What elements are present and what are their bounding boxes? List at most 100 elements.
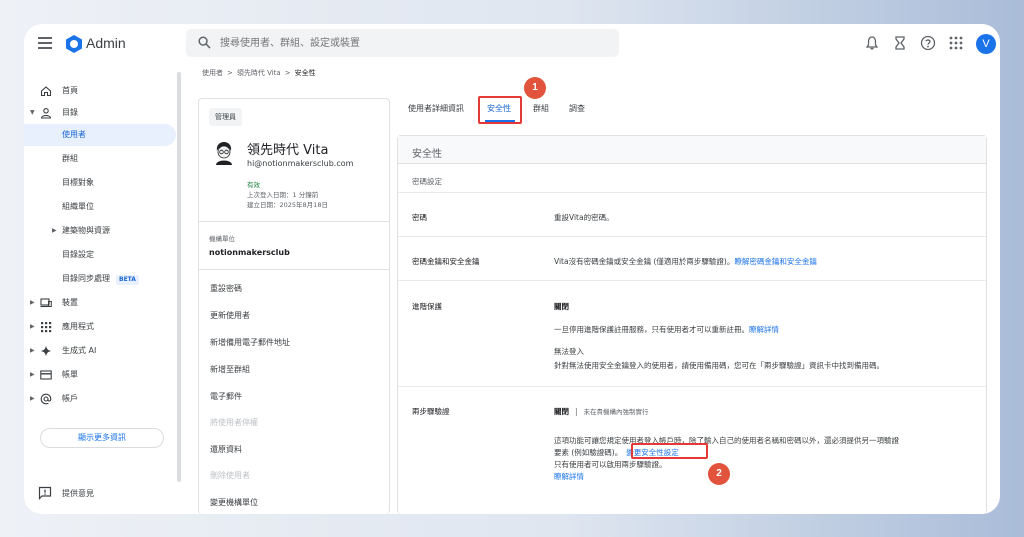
sidebar-item-gen-ai[interactable]: ▶ 生成式 AI	[24, 340, 176, 362]
password-label: 密碼	[412, 213, 427, 222]
user-status: 有效	[247, 181, 260, 189]
reset-password-action[interactable]: 重設密碼	[210, 283, 242, 294]
keys-text: Vita沒有密碼金鑰或安全金鑰 (僅適用於兩步驟驗證)。瞭解密碼金鑰和安全金鑰	[554, 256, 817, 267]
sidebar-item-account[interactable]: ▶ 帳戶	[24, 388, 176, 410]
cannot-signin-desc: 針對無法使用安全金鑰登入的使用者，請使用備用碼，您可在「兩步驟驗證」資訊卡中找到…	[554, 361, 884, 370]
role-chip: 管理員	[209, 108, 242, 126]
add-alternate-email-action[interactable]: 新增備用電子郵件地址	[210, 337, 290, 348]
two-step-status: 關閉	[554, 407, 569, 416]
suspend-user-action: 將使用者停權	[210, 418, 258, 427]
devices-icon	[40, 298, 52, 308]
two-step-desc-1: 這項功能可讓您規定使用者登入帳戶時，除了輸入自己的使用者名稱和密碼以外，還必須提…	[554, 436, 899, 445]
password-settings-heading: 密碼設定	[412, 177, 442, 186]
two-step-learn-link[interactable]: 瞭解詳情	[554, 471, 584, 482]
breadcrumb: 使用者 > 領先時代 Vita > 安全性	[202, 68, 316, 78]
org-unit-label: 機構單位	[209, 235, 235, 243]
sidebar-item-buildings[interactable]: ▶ 建築物與資源	[24, 220, 176, 242]
sidebar-item-users[interactable]: 使用者	[24, 124, 176, 146]
search-bar[interactable]	[186, 29, 619, 57]
two-step-label: 兩步驟驗證	[412, 407, 450, 416]
billing-icon	[40, 370, 52, 380]
org-unit-value: notionmakersclub	[209, 248, 290, 257]
home-icon	[40, 86, 52, 97]
tab-investigation[interactable]: 調查	[569, 103, 585, 114]
last-login: 上次登入日期：1 分鐘前	[247, 191, 319, 199]
adv-learn-link[interactable]: 瞭解詳情	[749, 325, 779, 334]
add-to-group-action[interactable]: 新增至群組	[210, 364, 250, 375]
apps-grid-icon[interactable]	[948, 35, 964, 51]
sidebar-item-audiences[interactable]: 目標對象	[24, 172, 176, 194]
sparkle-icon	[40, 345, 52, 357]
sidebar-item-directory[interactable]: ▼ 目錄	[24, 102, 176, 124]
feedback-icon	[38, 486, 52, 500]
restore-data-action[interactable]: 還原資料	[210, 444, 242, 455]
caret-right-icon: ▶	[52, 227, 57, 234]
breadcrumb-users[interactable]: 使用者	[202, 69, 223, 77]
advanced-protection-desc: 一旦停用進階保護註冊服務，只有使用者才可以重新註冊。瞭解詳情	[554, 324, 779, 335]
update-user-action[interactable]: 更新使用者	[210, 310, 250, 321]
keys-learn-link[interactable]: 瞭解密碼金鑰和安全金鑰	[734, 257, 817, 266]
panel-header: 安全性	[398, 136, 986, 164]
two-step-note: 未在貴機構內強制實行	[583, 408, 649, 416]
advanced-protection-label: 進階保護	[412, 302, 442, 311]
step-badge-2: 2	[708, 463, 730, 485]
search-icon	[198, 36, 211, 49]
show-more-button[interactable]: 顯示更多資訊	[40, 428, 164, 448]
caret-down-icon: ▼	[30, 109, 35, 116]
sidebar-item-devices[interactable]: ▶ 裝置	[24, 292, 176, 314]
delete-user-action: 刪除使用者	[210, 471, 250, 480]
row-divider	[398, 280, 986, 281]
link-highlight	[631, 443, 708, 459]
breadcrumb-separator: >	[227, 69, 233, 77]
step-badge-1: 1	[524, 77, 546, 99]
caret-right-icon: ▶	[30, 347, 35, 354]
change-org-unit-action[interactable]: 變更機構單位	[210, 497, 258, 508]
tab-user-details[interactable]: 使用者詳細資訊	[408, 103, 464, 114]
top-bar: Admin V	[24, 24, 1000, 64]
hourglass-icon[interactable]	[892, 35, 908, 51]
row-divider	[398, 386, 986, 387]
user-name: 領先時代 Vita	[247, 143, 329, 158]
reset-password-text[interactable]: 重設Vita的密碼。	[554, 212, 614, 223]
breadcrumb-user[interactable]: 領先時代 Vita	[237, 69, 281, 77]
at-sign-icon	[40, 393, 52, 405]
two-step-status-row[interactable]: 關閉 | 未在貴機構內強制實行	[554, 406, 649, 417]
apps-icon	[41, 322, 52, 333]
admin-logo-icon	[66, 35, 82, 53]
bell-icon[interactable]	[864, 35, 880, 51]
breadcrumb-separator: >	[284, 69, 291, 77]
user-avatar-icon	[216, 142, 232, 165]
sidebar-item-org-units[interactable]: 組織單位	[24, 196, 176, 218]
row-divider	[398, 236, 986, 237]
admin-window: Admin V	[24, 24, 1000, 514]
panel-title: 安全性	[412, 149, 442, 160]
created-date: 建立日期：2025年8月18日	[247, 201, 328, 209]
main-menu-icon[interactable]	[38, 37, 52, 49]
help-icon[interactable]	[920, 35, 936, 51]
email-action[interactable]: 電子郵件	[210, 391, 242, 402]
beta-badge: BETA	[116, 275, 139, 285]
sidebar-item-apps[interactable]: ▶ 應用程式	[24, 316, 176, 338]
feedback-button[interactable]: 提供意見	[38, 486, 94, 502]
status-separator: |	[575, 407, 578, 416]
sidebar-item-groups[interactable]: 群組	[24, 148, 176, 170]
caret-right-icon: ▶	[30, 371, 35, 378]
two-step-desc-2-text: 要素 (例如驗證碼)。	[554, 448, 623, 457]
sidebar-item-billing[interactable]: ▶ 帳單	[24, 364, 176, 386]
keys-label: 密碼金鑰和安全金鑰	[412, 257, 480, 266]
search-input[interactable]	[220, 29, 600, 57]
tab-groups[interactable]: 群組	[533, 103, 549, 114]
sidebar-scrollbar[interactable]	[177, 72, 181, 482]
sidebar-item-directory-settings[interactable]: 目錄設定	[24, 244, 176, 266]
app-name[interactable]: Admin	[86, 35, 126, 51]
divider	[199, 269, 389, 270]
caret-right-icon: ▶	[30, 323, 35, 330]
user-email: hi@notionmakersclub.com	[247, 159, 354, 168]
account-avatar[interactable]: V	[976, 34, 996, 54]
caret-right-icon: ▶	[30, 299, 35, 306]
breadcrumb-current: 安全性	[294, 69, 316, 77]
sidebar-item-directory-sync[interactable]: 目錄同步處理 BETA	[24, 268, 176, 290]
sidebar-item-home[interactable]: 首頁	[24, 80, 176, 102]
advanced-protection-status[interactable]: 關閉	[554, 301, 569, 312]
sidebar: 首頁 ▼ 目錄 使用者 群組 目標對象 組織單位 ▶ 建築物與資源 目錄設定 目…	[24, 80, 184, 514]
